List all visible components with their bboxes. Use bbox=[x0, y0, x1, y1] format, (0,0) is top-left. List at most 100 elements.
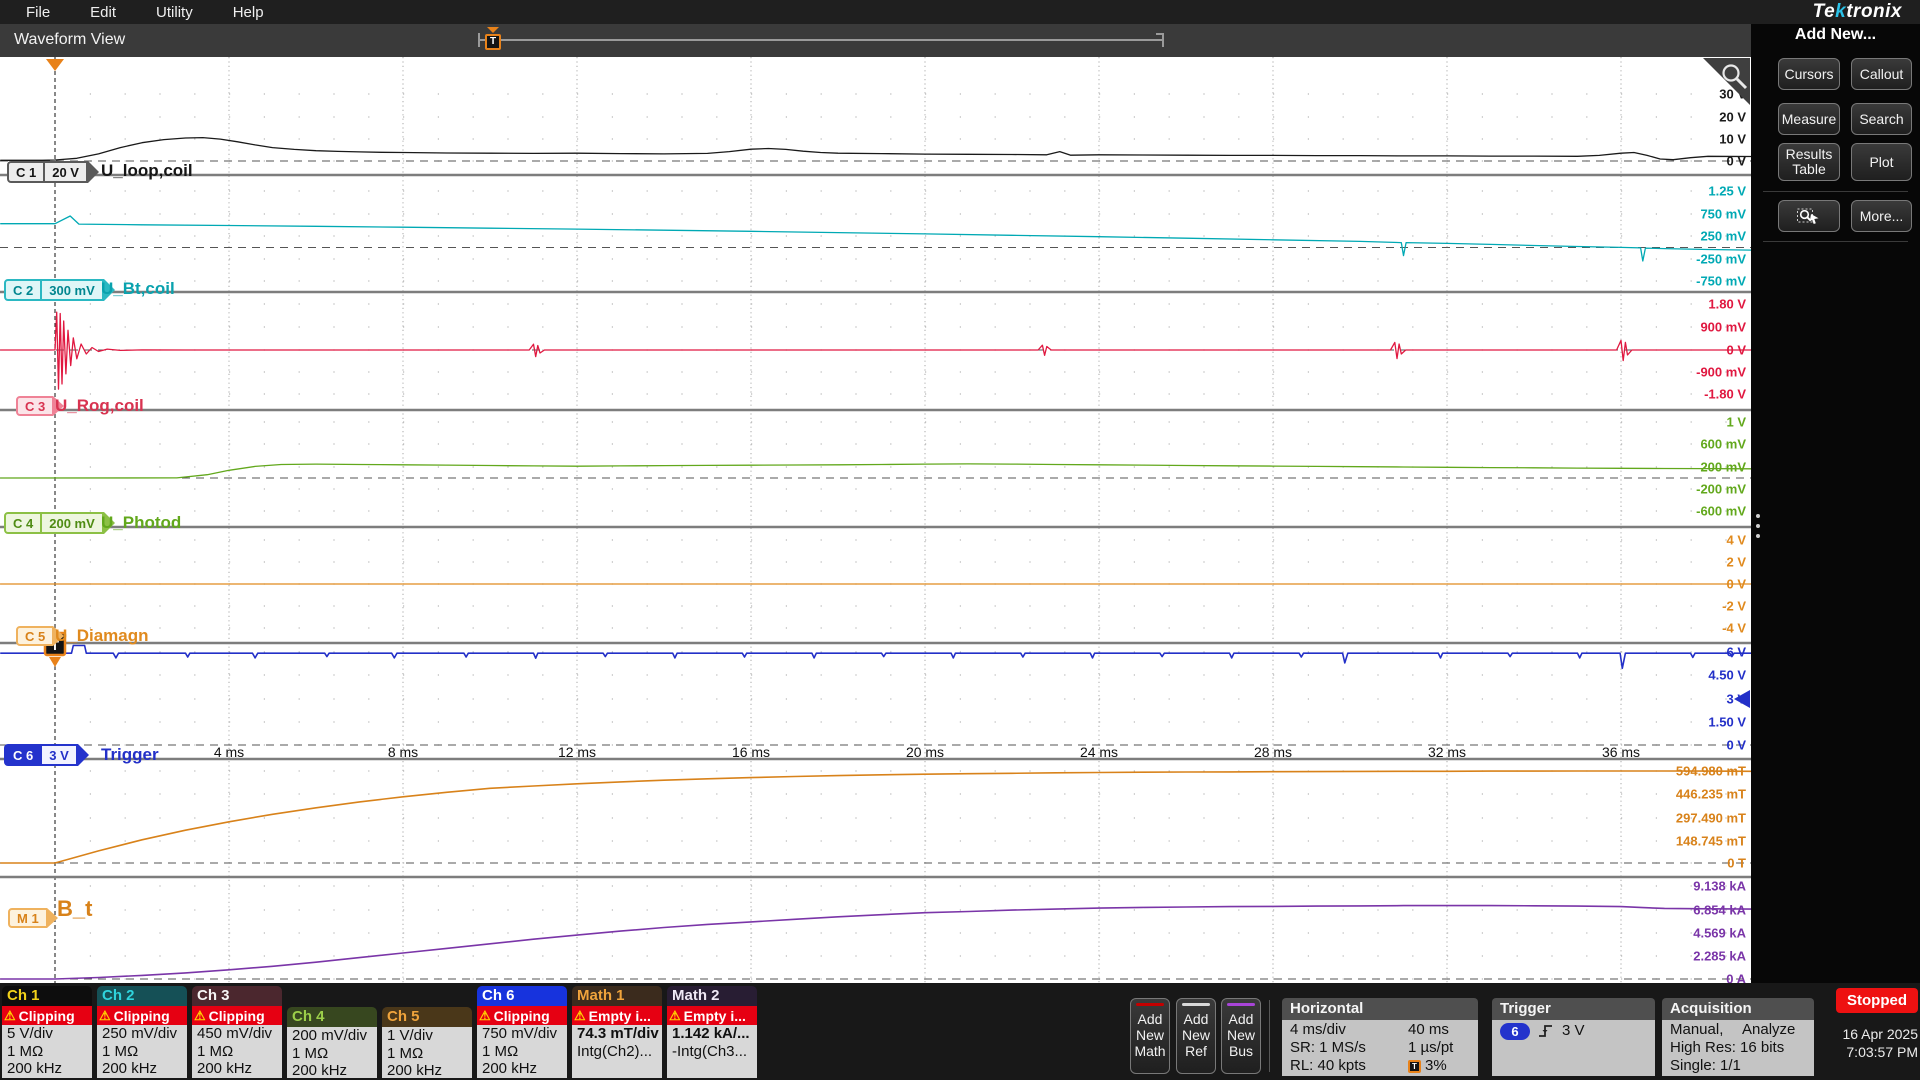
math1-empty-banner: ⚠Empty i... bbox=[572, 1006, 662, 1025]
measure-button[interactable]: Measure bbox=[1778, 103, 1840, 135]
trigger-position-arrow-icon bbox=[487, 27, 499, 33]
callout-button[interactable]: Callout bbox=[1851, 58, 1912, 90]
trigger-position-icon[interactable]: T bbox=[485, 34, 501, 50]
math1-settings-badge[interactable]: Math 1 ⚠Empty i... 74.3 mT/div Intg(Ch2)… bbox=[572, 986, 662, 1078]
svg-text:6.854 kA: 6.854 kA bbox=[1693, 903, 1746, 918]
add-new-math-button[interactable]: Add New Math bbox=[1130, 998, 1170, 1074]
math2-empty-banner: ⚠Empty i... bbox=[667, 1006, 757, 1025]
zoom-select-button[interactable] bbox=[1778, 200, 1840, 232]
svg-text:0 V: 0 V bbox=[1726, 738, 1746, 753]
menu-file[interactable]: File bbox=[12, 4, 64, 21]
trace-label-c5[interactable]: U_Diamagn bbox=[55, 625, 149, 647]
channel-badge-c6[interactable]: C 6 3 V bbox=[4, 744, 89, 766]
svg-text:148.745 mT: 148.745 mT bbox=[1676, 834, 1746, 849]
svg-text:20 ms: 20 ms bbox=[906, 744, 944, 760]
run-stop-status[interactable]: Stopped bbox=[1836, 988, 1918, 1013]
ch3-settings-badge[interactable]: Ch 3 ⚠Clipping 450 mV/div 1 MΩ 200 kHz B… bbox=[192, 986, 282, 1078]
ch5-settings-badge[interactable]: Ch 5 1 V/div 1 MΩ 200 kHz Bw bbox=[382, 1007, 472, 1078]
svg-text:1 V: 1 V bbox=[1726, 415, 1746, 430]
zoom-select-icon bbox=[1796, 206, 1822, 226]
svg-text:-750 mV: -750 mV bbox=[1696, 274, 1746, 289]
channel-badge-c2[interactable]: C 2 300 mV bbox=[4, 279, 115, 301]
svg-text:6 V: 6 V bbox=[1726, 645, 1746, 660]
add-new-bus-button[interactable]: Add New Bus bbox=[1221, 998, 1261, 1074]
svg-text:4.50 V: 4.50 V bbox=[1708, 668, 1746, 683]
svg-text:4.569 kA: 4.569 kA bbox=[1693, 926, 1746, 941]
right-sidebar: Add New... Cursors Callout Measure Searc… bbox=[1751, 24, 1920, 983]
trigger-panel[interactable]: Trigger 6 3 V bbox=[1492, 998, 1655, 1076]
svg-text:9.138 kA: 9.138 kA bbox=[1693, 879, 1746, 894]
ch6-clipping-banner: ⚠Clipping bbox=[477, 1006, 567, 1025]
oscilloscope-screen: File Edit Utility Help Tektronix Wavefor… bbox=[0, 0, 1920, 1080]
results-table-button[interactable]: Results Table bbox=[1778, 143, 1840, 181]
math2-settings-badge[interactable]: Math 2 ⚠Empty i... 1.142 kA/... -Intg(Ch… bbox=[667, 986, 757, 1078]
svg-text:200 mV: 200 mV bbox=[1700, 460, 1746, 475]
channel-badge-c1[interactable]: C 1 20 V bbox=[7, 161, 99, 183]
svg-text:297.490 mT: 297.490 mT bbox=[1676, 811, 1746, 826]
svg-text:-1.80 V: -1.80 V bbox=[1704, 387, 1746, 402]
waveform-plot[interactable]: 30 V20 V10 V0 V1.25 V750 mV250 mV-250 mV… bbox=[0, 57, 1751, 983]
add-new-ref-button[interactable]: Add New Ref bbox=[1176, 998, 1216, 1074]
svg-text:0 A: 0 A bbox=[1726, 972, 1746, 984]
search-button[interactable]: Search bbox=[1851, 103, 1912, 135]
warning-icon: ⚠ bbox=[669, 1008, 681, 1024]
acquisition-panel[interactable]: Acquisition Manual,Analyze High Res: 16 … bbox=[1662, 998, 1814, 1076]
ch2-settings-badge[interactable]: Ch 2 ⚠Clipping 250 mV/div 1 MΩ 200 kHz B… bbox=[97, 986, 187, 1078]
ch1-settings-badge[interactable]: Ch 1 ⚠Clipping 5 V/div 1 MΩ 200 kHz Bw bbox=[2, 986, 92, 1078]
menubar: File Edit Utility Help Tektronix bbox=[0, 0, 1920, 24]
menu-utility[interactable]: Utility bbox=[142, 4, 207, 21]
channel-badge-c4[interactable]: C 4 200 mV bbox=[4, 512, 115, 534]
waveform-view-titlebar: Waveform View T bbox=[0, 24, 1751, 57]
svg-text:36 ms: 36 ms bbox=[1602, 744, 1640, 760]
warning-icon: ⚠ bbox=[479, 1008, 491, 1024]
menu-edit[interactable]: Edit bbox=[76, 4, 130, 21]
datetime: 16 Apr 2025 7:03:57 PM bbox=[1810, 1025, 1918, 1061]
tektronix-logo: Tektronix bbox=[1813, 1, 1902, 23]
warning-icon: ⚠ bbox=[99, 1008, 111, 1024]
svg-text:10 V: 10 V bbox=[1719, 132, 1746, 147]
ch3-clipping-banner: ⚠Clipping bbox=[192, 1006, 282, 1025]
warning-icon: ⚠ bbox=[194, 1008, 206, 1024]
svg-text:16 ms: 16 ms bbox=[732, 744, 770, 760]
svg-text:-200 mV: -200 mV bbox=[1696, 482, 1746, 497]
plot-button[interactable]: Plot bbox=[1851, 143, 1912, 181]
svg-text:250 mV: 250 mV bbox=[1700, 229, 1746, 244]
trace-label-c6[interactable]: Trigger bbox=[101, 744, 159, 766]
warning-icon: ⚠ bbox=[4, 1008, 16, 1024]
trigger-source-pill: 6 bbox=[1500, 1023, 1530, 1040]
trace-label-c4[interactable]: U_Photod bbox=[101, 512, 181, 534]
svg-text:24 ms: 24 ms bbox=[1080, 744, 1118, 760]
trace-label-c1[interactable]: U_loop,coil bbox=[101, 160, 193, 182]
svg-text:750 mV: 750 mV bbox=[1700, 207, 1746, 222]
svg-text:32 ms: 32 ms bbox=[1428, 744, 1466, 760]
trace-label-c2[interactable]: U_Bt,coil bbox=[101, 278, 175, 300]
svg-text:1.50 V: 1.50 V bbox=[1708, 715, 1746, 730]
menu-help[interactable]: Help bbox=[219, 4, 278, 21]
trace-label-m1[interactable]: B_t bbox=[57, 897, 92, 921]
ch6-settings-badge[interactable]: Ch 6 ⚠Clipping 750 mV/div 1 MΩ 200 kHz B… bbox=[477, 986, 567, 1078]
more-button[interactable]: More... bbox=[1851, 200, 1912, 232]
math-badge-m1[interactable]: M 1 bbox=[8, 908, 58, 928]
svg-text:12 ms: 12 ms bbox=[558, 744, 596, 760]
svg-text:8 ms: 8 ms bbox=[388, 744, 418, 760]
svg-text:28 ms: 28 ms bbox=[1254, 744, 1292, 760]
add-new-header: Add New... bbox=[1751, 26, 1920, 44]
panel-drag-handle[interactable] bbox=[1754, 498, 1762, 554]
ch4-settings-badge[interactable]: Ch 4 200 mV/div 1 MΩ 200 kHz Bw bbox=[287, 1007, 377, 1078]
svg-text:-900 mV: -900 mV bbox=[1696, 365, 1746, 380]
acquisition-window-indicator[interactable]: T bbox=[478, 29, 1164, 51]
trace-label-c3[interactable]: U_Rog,coil bbox=[55, 395, 144, 417]
svg-text:-4 V: -4 V bbox=[1722, 621, 1746, 636]
window-title: Waveform View bbox=[14, 31, 125, 49]
svg-text:0 T: 0 T bbox=[1727, 856, 1746, 871]
horizontal-panel[interactable]: Horizontal 4 ms/div40 ms SR: 1 MS/s1 µs/… bbox=[1282, 998, 1478, 1076]
rising-edge-icon bbox=[1538, 1023, 1554, 1039]
svg-text:4 ms: 4 ms bbox=[214, 744, 244, 760]
ch2-clipping-banner: ⚠Clipping bbox=[97, 1006, 187, 1025]
svg-text:1.25 V: 1.25 V bbox=[1708, 184, 1746, 199]
svg-text:-600 mV: -600 mV bbox=[1696, 504, 1746, 519]
svg-text:20 V: 20 V bbox=[1719, 110, 1746, 125]
cursors-button[interactable]: Cursors bbox=[1778, 58, 1840, 90]
svg-text:1.80 V: 1.80 V bbox=[1708, 297, 1746, 312]
waveform-canvas[interactable]: 30 V20 V10 V0 V1.25 V750 mV250 mV-250 mV… bbox=[0, 57, 1751, 983]
